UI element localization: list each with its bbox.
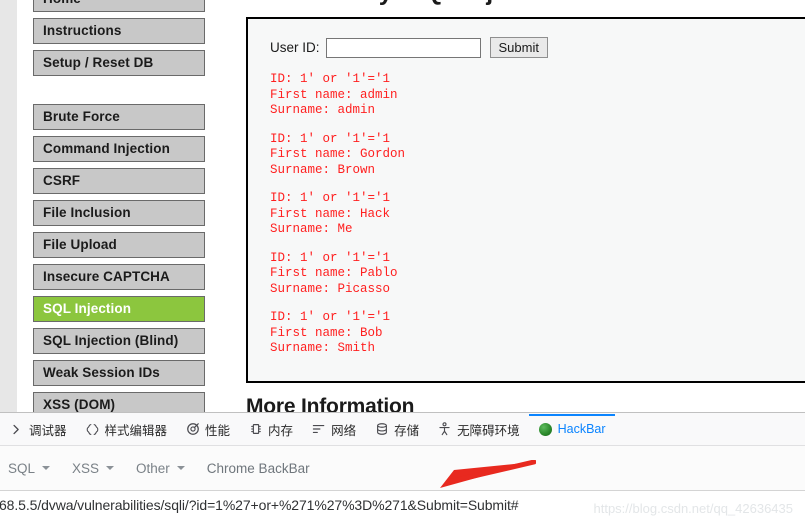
sidebar-item-brute-force[interactable]: Brute Force [33, 104, 205, 130]
tab-storage-label: 存储 [394, 423, 420, 438]
tab-hackbar-label: HackBar [557, 422, 606, 436]
result-first-name-line: First name: Gordon [270, 147, 406, 161]
hackbar-menu-other[interactable]: Other [136, 461, 185, 476]
sidebar-group-general: Home Instructions Setup / Reset DB [33, 0, 205, 76]
tab-network[interactable]: 网络 [302, 414, 365, 445]
result-record: ID: 1' or '1'='1 First name: admin Surna… [270, 72, 805, 119]
result-first-name-line: First name: Pablo [270, 266, 398, 280]
tab-accessibility[interactable]: 无障碍环境 [428, 414, 529, 445]
result-id-line: ID: 1' or '1'='1 [270, 250, 391, 265]
tab-style-editor[interactable]: 样式编辑器 [76, 414, 177, 445]
hackbar-menu-sql[interactable]: SQL [8, 460, 51, 476]
result-surname-line: Surname: Me [270, 222, 353, 236]
tab-hackbar[interactable]: HackBar [528, 413, 615, 445]
result-surname-line: Surname: Picasso [270, 281, 391, 296]
chevron-down-icon [42, 466, 51, 470]
page-title: Vulnerability: SQL Injection [246, 0, 805, 7]
user-id-form: User ID: Submit [270, 37, 805, 58]
result-record: ID: 1' or '1'='1 First name: Pablo Surna… [270, 251, 805, 298]
chevron-down-icon [106, 466, 115, 470]
hackbar-url-field[interactable]: 68.5.5/dvwa/vulnerabilities/sqli/?id=1%2… [0, 490, 805, 528]
dvwa-sidebar-nav: Home Instructions Setup / Reset DB Brute… [33, 0, 205, 412]
sidebar-item-insecure-captcha[interactable]: Insecure CAPTCHA [33, 264, 205, 290]
tab-debugger[interactable]: 调试器 [0, 414, 76, 445]
tab-performance-label: 性能 [205, 423, 231, 438]
hackbar-menu-other-label: Other [136, 460, 170, 476]
result-record: ID: 1' or '1'='1 First name: Gordon Surn… [270, 132, 805, 179]
chrome-backbar-button[interactable]: Chrome BackBar [207, 461, 310, 476]
hackbar-toolbar: SQL XSS Other Chrome BackBar [0, 446, 805, 491]
devtools-tabbar: 调试器 样式编辑器 性能 内存 网络 存储 无障碍环境 HackBar [0, 413, 805, 446]
hackbar-menu-xss[interactable]: XSS [72, 460, 115, 476]
tab-memory-label: 内存 [268, 423, 294, 438]
result-id-line: ID: 1' or '1'='1 [270, 191, 391, 205]
sidebar-item-weak-session-ids[interactable]: Weak Session IDs [33, 360, 205, 386]
tab-performance[interactable]: 性能 [176, 414, 239, 445]
result-first-name-line: First name: Bob [270, 325, 383, 340]
tab-accessibility-label: 无障碍环境 [457, 423, 520, 438]
user-id-input[interactable] [325, 37, 481, 58]
more-information-heading: More Information [246, 395, 415, 412]
tab-memory[interactable]: 内存 [239, 414, 302, 445]
sidebar-item-command-injection[interactable]: Command Injection [33, 136, 205, 162]
memory-icon [248, 422, 263, 437]
result-id-line: ID: 1' or '1'='1 [270, 310, 391, 324]
result-id-line: ID: 1' or '1'='1 [270, 131, 391, 146]
user-id-label: User ID: [270, 40, 320, 55]
result-record: ID: 1' or '1'='1 First name: Hack Surnam… [270, 191, 805, 238]
result-record: ID: 1' or '1'='1 First name: Bob Surname… [270, 310, 805, 357]
result-surname-line: Surname: Smith [270, 341, 376, 355]
storage-icon [374, 422, 389, 437]
network-icon [311, 422, 326, 437]
result-surname-line: Surname: admin [270, 103, 376, 117]
hackbar-menu-xss-label: XSS [72, 460, 100, 476]
sidebar-item-sql-injection[interactable]: SQL Injection [33, 296, 205, 322]
sidebar-item-file-upload[interactable]: File Upload [33, 232, 205, 258]
devtools-panel: 调试器 样式编辑器 性能 内存 网络 存储 无障碍环境 HackBar SQL … [0, 412, 805, 491]
sidebar-item-home[interactable]: Home [33, 0, 205, 12]
accessibility-icon [437, 422, 452, 437]
chevron-down-icon [176, 466, 185, 470]
tab-style-editor-label: 样式编辑器 [104, 423, 168, 438]
style-editor-icon [85, 422, 100, 437]
sidebar-item-file-inclusion[interactable]: File Inclusion [33, 200, 205, 226]
submit-button[interactable]: Submit [489, 37, 548, 58]
debugger-icon [9, 422, 24, 437]
result-first-name-line: First name: admin [270, 87, 398, 102]
vulnerability-panel: User ID: Submit ID: 1' or '1'='1 First n… [246, 17, 805, 383]
result-first-name-line: First name: Hack [270, 206, 391, 221]
tab-debugger-label: 调试器 [29, 423, 67, 438]
sql-results-output: ID: 1' or '1'='1 First name: admin Surna… [270, 72, 805, 357]
tab-storage[interactable]: 存储 [365, 414, 428, 445]
hackbar-menu-sql-label: SQL [8, 460, 36, 476]
main-content: Vulnerability: SQL Injection User ID: Su… [246, 0, 805, 412]
sidebar-group-spacer [33, 82, 205, 104]
watermark-text: https://blog.csdn.net/qq_42636435 [593, 501, 794, 516]
sidebar-item-instructions[interactable]: Instructions [33, 18, 205, 44]
sidebar-item-setup-reset-db[interactable]: Setup / Reset DB [33, 50, 205, 76]
sidebar-item-csrf[interactable]: CSRF [33, 168, 205, 194]
sidebar-item-sql-injection-blind[interactable]: SQL Injection (Blind) [33, 328, 205, 354]
result-surname-line: Surname: Brown [270, 162, 376, 177]
performance-icon [185, 422, 200, 437]
page-left-gutter [0, 0, 17, 412]
browser-page-viewport: Home Instructions Setup / Reset DB Brute… [0, 0, 805, 412]
result-id-line: ID: 1' or '1'='1 [270, 72, 391, 86]
tab-network-label: 网络 [331, 423, 357, 438]
sidebar-group-vulnerabilities: Brute Force Command Injection CSRF File … [33, 104, 205, 412]
hackbar-icon [538, 422, 553, 437]
hackbar-url-text: 68.5.5/dvwa/vulnerabilities/sqli/?id=1%2… [0, 497, 519, 513]
sidebar-item-xss-dom[interactable]: XSS (DOM) [33, 392, 205, 412]
